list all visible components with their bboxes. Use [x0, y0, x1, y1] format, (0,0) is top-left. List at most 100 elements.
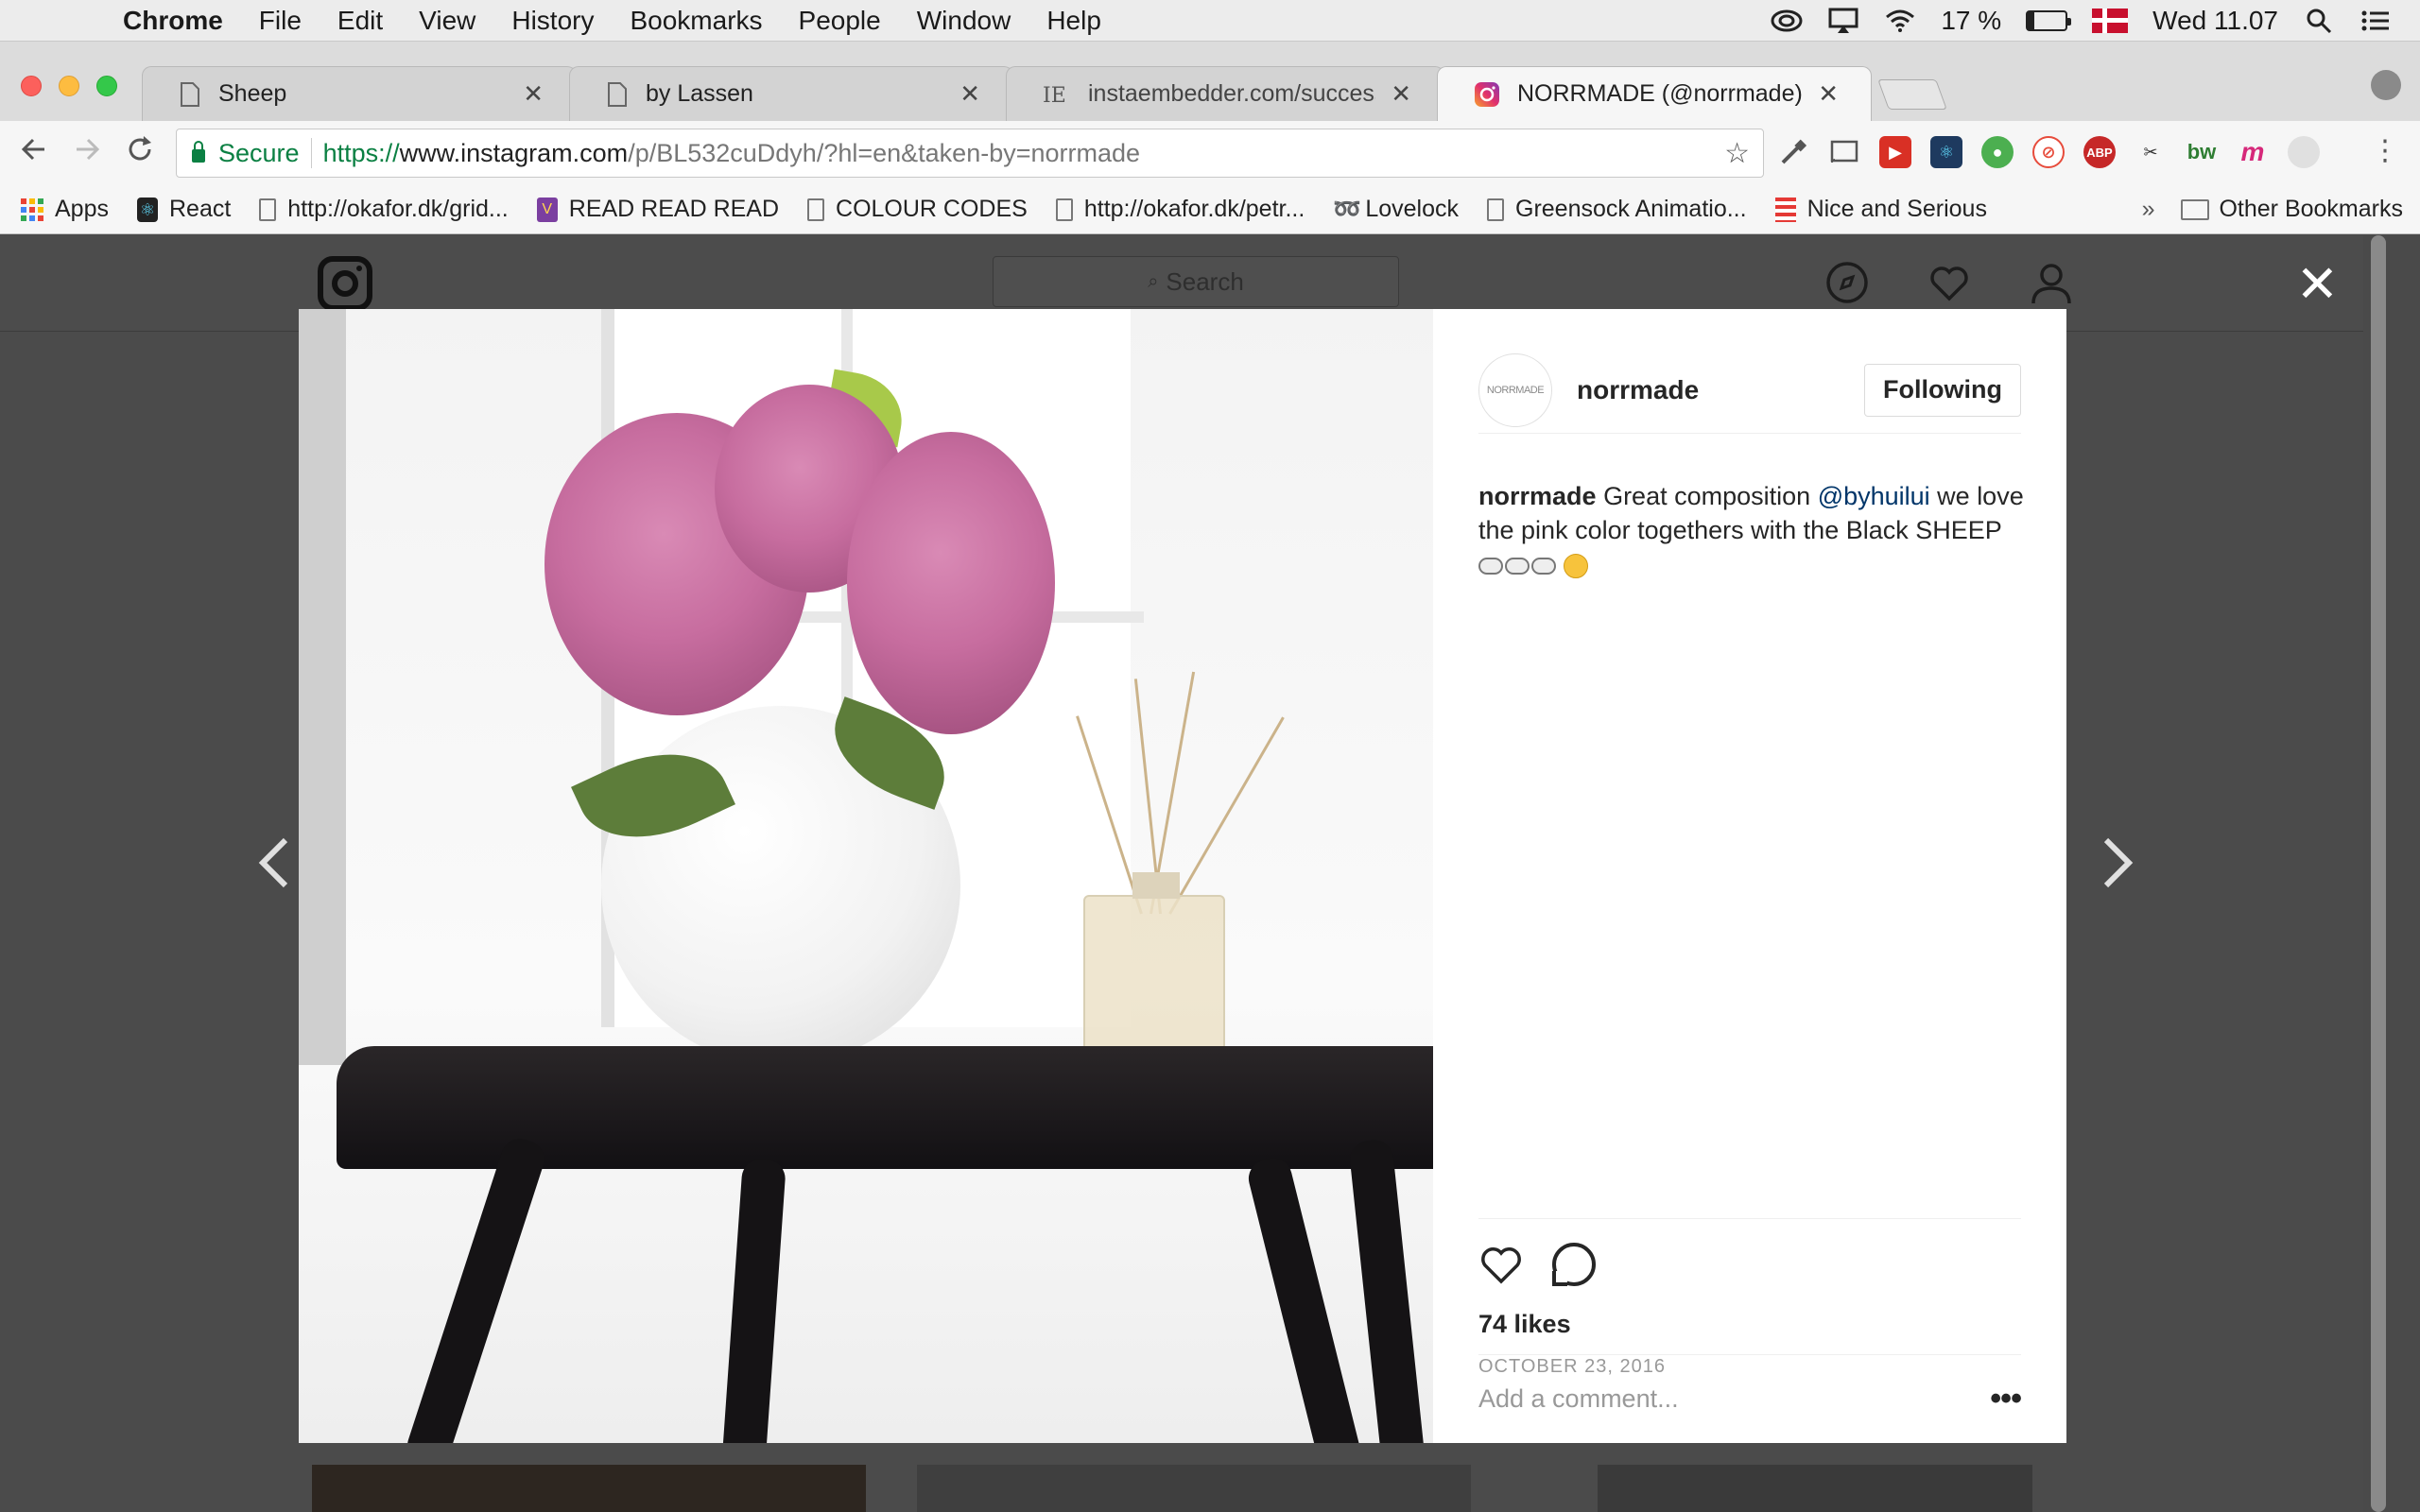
- menu-people[interactable]: People: [799, 6, 881, 36]
- menu-history[interactable]: History: [511, 6, 594, 36]
- activity-heart-icon[interactable]: [1927, 260, 1972, 305]
- caption-username[interactable]: norrmade: [1478, 482, 1597, 510]
- back-arrow-icon[interactable]: [8, 135, 60, 171]
- tab-close-icon[interactable]: ✕: [1818, 79, 1839, 109]
- bookmarks-overflow-chevron[interactable]: »: [2142, 196, 2155, 223]
- bookmark-okafor-petr[interactable]: http://okafor.dk/petr...: [1055, 196, 1305, 223]
- browser-toolbar: Secure https:// www.instagram.com /p/BL5…: [0, 121, 2420, 185]
- menu-file[interactable]: File: [259, 6, 302, 36]
- react-devtools-icon[interactable]: ⚛: [1930, 136, 1962, 168]
- page-scrollbar[interactable]: [2363, 235, 2420, 1512]
- cast-icon[interactable]: [1828, 136, 1860, 168]
- comment-bubble-icon[interactable]: [1552, 1243, 1596, 1286]
- bookmark-lovelock[interactable]: ➿ Lovelock: [1333, 196, 1459, 223]
- tab-close-icon[interactable]: ✕: [1391, 79, 1411, 109]
- caption-mention-link[interactable]: @byhuilui: [1818, 482, 1930, 510]
- green-extension-icon[interactable]: ●: [1981, 136, 2014, 168]
- post-photo[interactable]: [299, 309, 1433, 1443]
- battery-icon[interactable]: [2026, 9, 2072, 31]
- stool-leg: [718, 1158, 786, 1443]
- next-post-chevron-icon[interactable]: [2100, 836, 2135, 902]
- tab-instaembedder[interactable]: IE instaembedder.com/success.p ✕: [1006, 66, 1444, 121]
- account-avatar[interactable]: NORRMADE: [1478, 352, 1552, 427]
- bookmark-apps[interactable]: Apps: [21, 196, 109, 223]
- bookmark-react[interactable]: ⚛ React: [136, 196, 231, 223]
- video-extension-icon[interactable]: ▶: [1879, 136, 1911, 168]
- notification-center-icon[interactable]: [2360, 7, 2392, 35]
- add-comment-input[interactable]: [1478, 1384, 1991, 1414]
- following-button[interactable]: Following: [1864, 363, 2021, 417]
- bw-extension-icon[interactable]: bw: [2186, 136, 2218, 168]
- avatar-wordmark: NORRMADE: [1486, 384, 1545, 396]
- explore-compass-icon[interactable]: [1824, 260, 1870, 305]
- tab-close-icon[interactable]: ✕: [959, 79, 980, 109]
- maximize-window-button[interactable]: [96, 76, 117, 96]
- likes-count[interactable]: 74 likes: [1478, 1310, 2021, 1339]
- grid-thumbnail[interactable]: [1598, 1465, 2032, 1512]
- svg-text:IE: IE: [1043, 84, 1066, 108]
- creative-cloud-icon[interactable]: [1771, 7, 1803, 35]
- keyboard-layout-danish-flag-icon[interactable]: [2092, 8, 2129, 33]
- menu-window[interactable]: Window: [917, 6, 1011, 36]
- sheep-emoji-icon: [1478, 557, 1556, 575]
- tab-sheep[interactable]: Sheep ✕: [142, 66, 577, 121]
- eyedropper-extension-icon[interactable]: [1777, 136, 1809, 168]
- url-scheme: https://: [322, 138, 400, 167]
- menu-bookmarks[interactable]: Bookmarks: [630, 6, 762, 36]
- bookmark-star-icon[interactable]: ☆: [1724, 137, 1750, 170]
- secure-lock-icon[interactable]: [192, 141, 205, 163]
- menu-edit[interactable]: Edit: [337, 6, 383, 36]
- m-extension-icon[interactable]: m: [2237, 136, 2269, 168]
- like-heart-icon[interactable]: [1478, 1242, 1524, 1287]
- clipboard-extension-icon[interactable]: ✂: [2135, 136, 2167, 168]
- bookmark-read-read-read[interactable]: V READ READ READ: [536, 196, 779, 223]
- bookmark-label: Nice and Serious: [1806, 196, 1987, 222]
- search-placeholder: Search: [1166, 266, 1244, 296]
- address-bar[interactable]: Secure https:// www.instagram.com /p/BL5…: [176, 129, 1764, 178]
- more-options-icon[interactable]: •••: [1990, 1381, 2022, 1418]
- profile-avatar-icon[interactable]: [2371, 70, 2401, 100]
- new-tab-button[interactable]: [1877, 79, 1947, 110]
- post-modal: NORRMADE norrmade Following norrmade Gre…: [299, 309, 2066, 1443]
- close-modal-icon[interactable]: ✕: [2296, 254, 2339, 314]
- instagram-search-input[interactable]: ⌕ Search: [993, 256, 1399, 307]
- instagram-logo-icon[interactable]: [318, 256, 372, 311]
- tab-by-lassen[interactable]: by Lassen ✕: [569, 66, 1013, 121]
- bookmark-okafor-grid[interactable]: http://okafor.dk/grid...: [259, 196, 509, 223]
- wifi-icon[interactable]: [1884, 7, 1916, 35]
- spotlight-search-icon[interactable]: [2303, 7, 2335, 35]
- chrome-menu-icon[interactable]: ⋮: [2371, 134, 2399, 167]
- adblock-plus-icon[interactable]: ABP: [2083, 136, 2116, 168]
- page-icon: [1055, 198, 1073, 221]
- profile-person-icon[interactable]: [2029, 260, 2074, 305]
- secure-label[interactable]: Secure: [218, 139, 300, 168]
- previous-post-chevron-icon[interactable]: [257, 836, 291, 902]
- airplay-display-icon[interactable]: [1827, 7, 1859, 35]
- menubar-clock[interactable]: Wed 11.07: [2152, 6, 2278, 36]
- scrollbar-thumb[interactable]: [2371, 235, 2386, 1512]
- bookmark-colour-codes[interactable]: COLOUR CODES: [807, 196, 1028, 223]
- tab-strip: Sheep ✕ by Lassen ✕ IE instaembedder.com…: [0, 42, 2420, 121]
- black-stool-top: [337, 1046, 1433, 1169]
- tab-close-icon[interactable]: ✕: [523, 79, 544, 109]
- menu-view[interactable]: View: [419, 6, 475, 36]
- other-bookmarks[interactable]: Other Bookmarks: [2219, 196, 2403, 223]
- grid-thumbnail[interactable]: [312, 1465, 866, 1512]
- red-circle-extension-icon[interactable]: ⊘: [2032, 136, 2065, 168]
- search-icon: ⌕: [1148, 270, 1159, 292]
- menu-help[interactable]: Help: [1046, 6, 1101, 36]
- forward-arrow-icon[interactable]: [60, 135, 113, 171]
- grid-thumbnail[interactable]: [917, 1465, 1471, 1512]
- bookmark-label: http://okafor.dk/grid...: [287, 196, 509, 222]
- minimize-window-button[interactable]: [59, 76, 79, 96]
- reload-icon[interactable]: [113, 135, 166, 171]
- close-window-button[interactable]: [21, 76, 42, 96]
- menu-app-name[interactable]: Chrome: [123, 6, 223, 36]
- bookmark-greensock[interactable]: Greensock Animatio...: [1487, 196, 1747, 223]
- tab-title: instaembedder.com/success.p: [1088, 80, 1376, 107]
- grey-extension-icon[interactable]: [2288, 136, 2320, 168]
- read-icon: V: [536, 197, 558, 222]
- bookmark-nice-and-serious[interactable]: Nice and Serious: [1774, 196, 1987, 223]
- account-username[interactable]: norrmade: [1577, 375, 1699, 405]
- tab-norrmade-instagram[interactable]: NORRMADE (@norrmade) • Ins ✕: [1437, 66, 1872, 121]
